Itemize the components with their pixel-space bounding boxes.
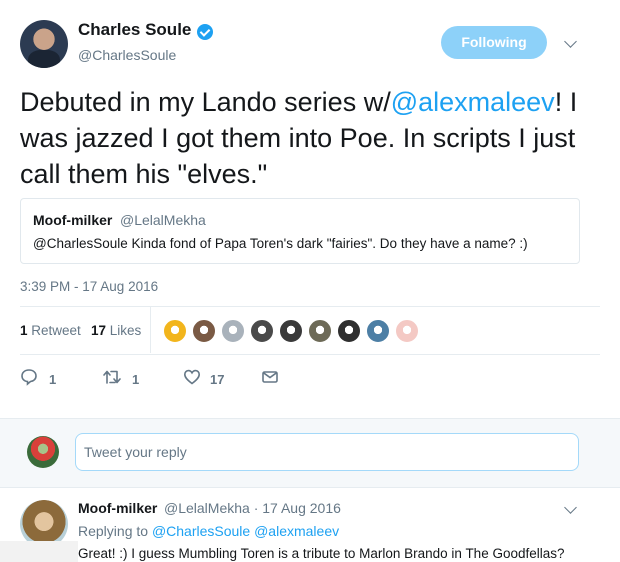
quoted-author-handle: @LelalMekha [120,212,206,228]
message-action[interactable] [261,367,285,391]
like-action[interactable]: 17 [183,367,243,391]
mention-link[interactable]: @alexmaleev [254,523,339,539]
retweet-icon [103,370,121,384]
envelope-icon [262,371,278,383]
like-count: 17 [210,372,225,387]
liker-avatar[interactable] [366,319,390,343]
retweet-action[interactable]: 1 [102,367,162,391]
author-avatar[interactable] [20,20,68,68]
reply-author-meta: @LelalMekha · 17 Aug 2016 [164,500,341,516]
quoted-author-name: Moof-milker [33,212,113,228]
verified-badge-icon [197,24,213,40]
reply-count: 1 [49,372,57,387]
current-user-avatar [27,436,59,468]
reply-input[interactable]: Tweet your reply [75,433,579,471]
mention-link[interactable]: @CharlesSoule [152,523,250,539]
author-handle[interactable]: @CharlesSoule [78,47,176,63]
likes-label: Likes [109,323,142,338]
reply-action[interactable]: 1 [20,367,80,391]
divider [150,307,151,353]
liker-avatar[interactable] [221,319,245,343]
reply-tweet[interactable]: Moof-milker @LelalMekha · 17 Aug 2016 Re… [0,489,620,562]
liker-avatar[interactable] [250,319,274,343]
liker-avatar[interactable] [163,319,187,343]
reply-composer: Tweet your reply [0,418,620,488]
tweet-text: Debuted in my Lando series w/@alexmaleev… [20,84,605,192]
tweet-timestamp[interactable]: 3:39 PM - 17 Aug 2016 [20,279,158,294]
reply-author-name[interactable]: Moof-milker [78,500,157,516]
likes-stat[interactable]: 17 Likes [91,323,141,338]
retweets-label: Retweet [31,323,81,338]
replying-to-label: Replying to [78,523,149,539]
liker-avatar[interactable] [279,319,303,343]
reply-icon [21,369,37,386]
tweet-text-part: Debuted in my Lando series w/ [20,87,391,117]
author-name[interactable]: Charles Soule [78,20,191,40]
quoted-tweet-card[interactable]: Moof-milker @LelalMekha @CharlesSoule Ki… [20,198,580,264]
quoted-tweet-text: @CharlesSoule Kinda fond of Papa Toren's… [33,236,528,251]
reply-menu-chevron-icon[interactable] [564,501,577,514]
status-overlay [0,541,78,562]
tweet-menu-chevron-icon[interactable] [564,35,577,48]
liker-avatar[interactable] [395,319,419,343]
following-button[interactable]: Following [441,26,547,59]
retweets-count: 1 [20,323,28,338]
reply-text: Great! :) I guess Mumbling Toren is a tr… [78,546,565,561]
replying-to: Replying to @CharlesSoule @alexmaleev [78,523,339,539]
heart-icon [183,369,201,385]
divider [20,354,600,355]
mention-link[interactable]: @alexmaleev [391,87,555,117]
likes-count: 17 [91,323,107,338]
divider [20,306,600,307]
liker-avatar[interactable] [337,319,361,343]
retweet-count: 1 [132,372,140,387]
main-tweet: Charles Soule @CharlesSoule Following De… [0,0,620,418]
retweets-stat[interactable]: 1 Retweet [20,323,81,338]
liker-avatar[interactable] [192,319,216,343]
liker-avatar[interactable] [308,319,332,343]
